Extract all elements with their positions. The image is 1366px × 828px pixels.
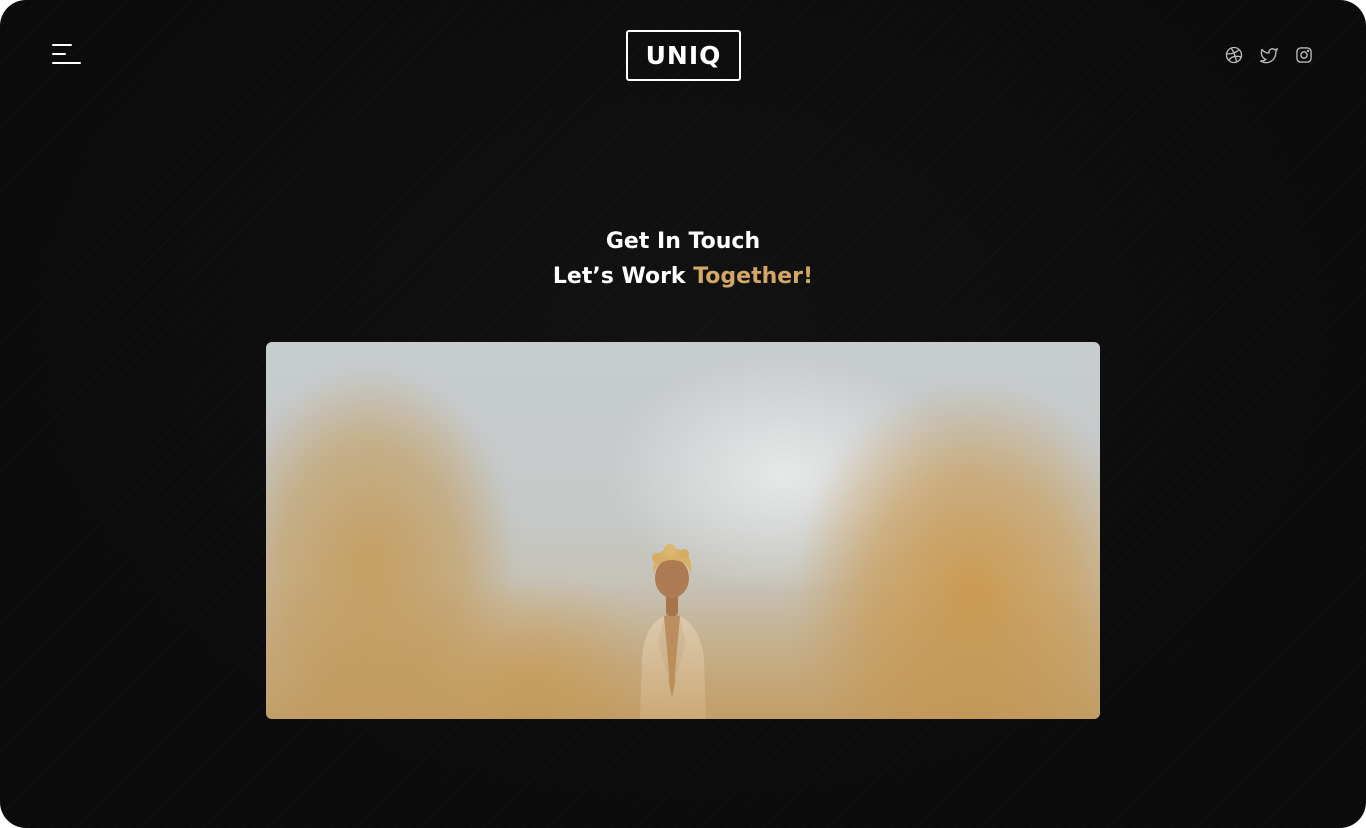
logo[interactable]: UNIQ [626, 30, 741, 81]
page-frame: UNIQ Get In Touch Let’s Work Together! [0, 0, 1366, 828]
contact-heading: Get In Touch Let’s Work Together! [0, 224, 1366, 294]
menu-line [52, 53, 66, 55]
twitter-icon[interactable] [1259, 45, 1279, 65]
heading-line-1: Get In Touch [605, 229, 761, 254]
menu-line [52, 44, 72, 46]
heading-line-2-text: Let’s Work [552, 264, 694, 289]
hero-image [266, 342, 1100, 719]
social-links [1224, 45, 1314, 65]
heading-line-2: Let’s Work Together! [0, 259, 1366, 294]
menu-line [52, 62, 81, 64]
dribbble-icon[interactable] [1224, 45, 1244, 65]
hamburger-menu-icon[interactable] [52, 43, 82, 67]
instagram-icon[interactable] [1294, 45, 1314, 65]
hero-grass-bottom [266, 579, 1100, 719]
heading-accent-text: Together! [693, 264, 814, 289]
